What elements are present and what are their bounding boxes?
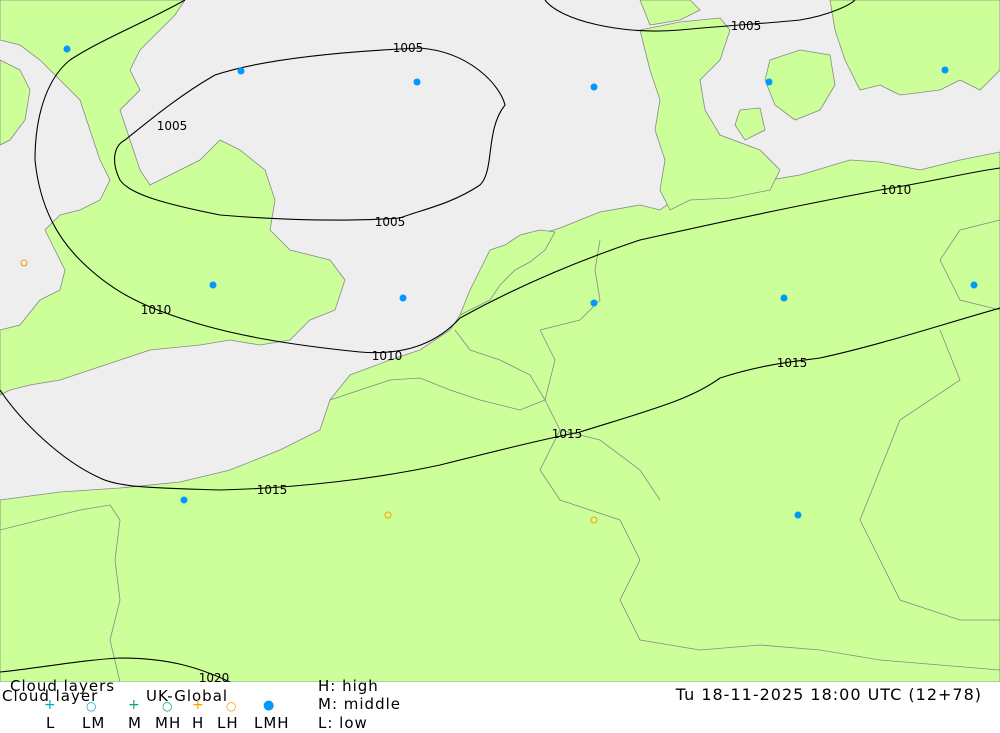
isobar-label: 1005 [157, 119, 188, 133]
isobar-label: 1010 [881, 183, 912, 197]
isobar-label: 1015 [777, 356, 808, 370]
legend-label-m: M [128, 714, 142, 732]
level-middle: M: middle [318, 695, 401, 713]
model-name: UK-Global [146, 687, 229, 705]
lmh-marker [413, 78, 421, 86]
lmh-marker [590, 83, 598, 91]
isobar-label: 1005 [375, 215, 406, 229]
sweden-landmass [829, 0, 1000, 96]
legend-label-lh: LH [217, 714, 239, 732]
legend-label-h: H [192, 714, 205, 732]
lmh-marker [765, 78, 773, 86]
plus-icon: + [192, 697, 204, 713]
ring-icon: ○ [226, 699, 237, 713]
lmh-marker [63, 45, 71, 53]
lmh-marker [237, 67, 245, 75]
lmh-marker [209, 281, 217, 289]
legend-label-lm: LM [82, 714, 106, 732]
legend-label-mh: MH [155, 714, 182, 732]
plus-icon: + [44, 697, 56, 713]
lmh-marker [970, 281, 978, 289]
isobar-label: 1010 [372, 349, 403, 363]
lmh-marker [941, 66, 949, 74]
forecast-datetime: Tu 18-11-2025 18:00 UTC (12+78) [675, 685, 982, 704]
isobar-label: 1005 [393, 41, 424, 55]
isobar-label: 1015 [257, 483, 288, 497]
level-low: L: low [318, 714, 368, 732]
lmh-marker [180, 496, 188, 504]
level-high: H: high [318, 677, 379, 695]
isobar-label: 1010 [141, 303, 172, 317]
isobar-label: 1020 [199, 671, 230, 682]
brittany-coast [0, 500, 121, 682]
map-footer: Cloud layers Cloud layer UK-Global + ○ +… [0, 678, 1000, 733]
lmh-marker [590, 299, 598, 307]
legend-label-l: L [46, 714, 56, 732]
lmh-marker [794, 511, 802, 519]
isobar-label: 1015 [552, 427, 583, 441]
weather-map: 1005 1005 1005 1005 1010 1010 1010 1015 … [0, 0, 1000, 682]
isobar-label: 1005 [731, 19, 762, 33]
filled-dot-icon: ● [263, 698, 275, 713]
legend-label-lmh: LMH [254, 714, 290, 732]
ring-icon: ○ [86, 699, 97, 713]
ring-icon: ○ [162, 699, 173, 713]
lmh-marker [780, 294, 788, 302]
plus-icon: + [128, 697, 140, 713]
lmh-marker [399, 294, 407, 302]
